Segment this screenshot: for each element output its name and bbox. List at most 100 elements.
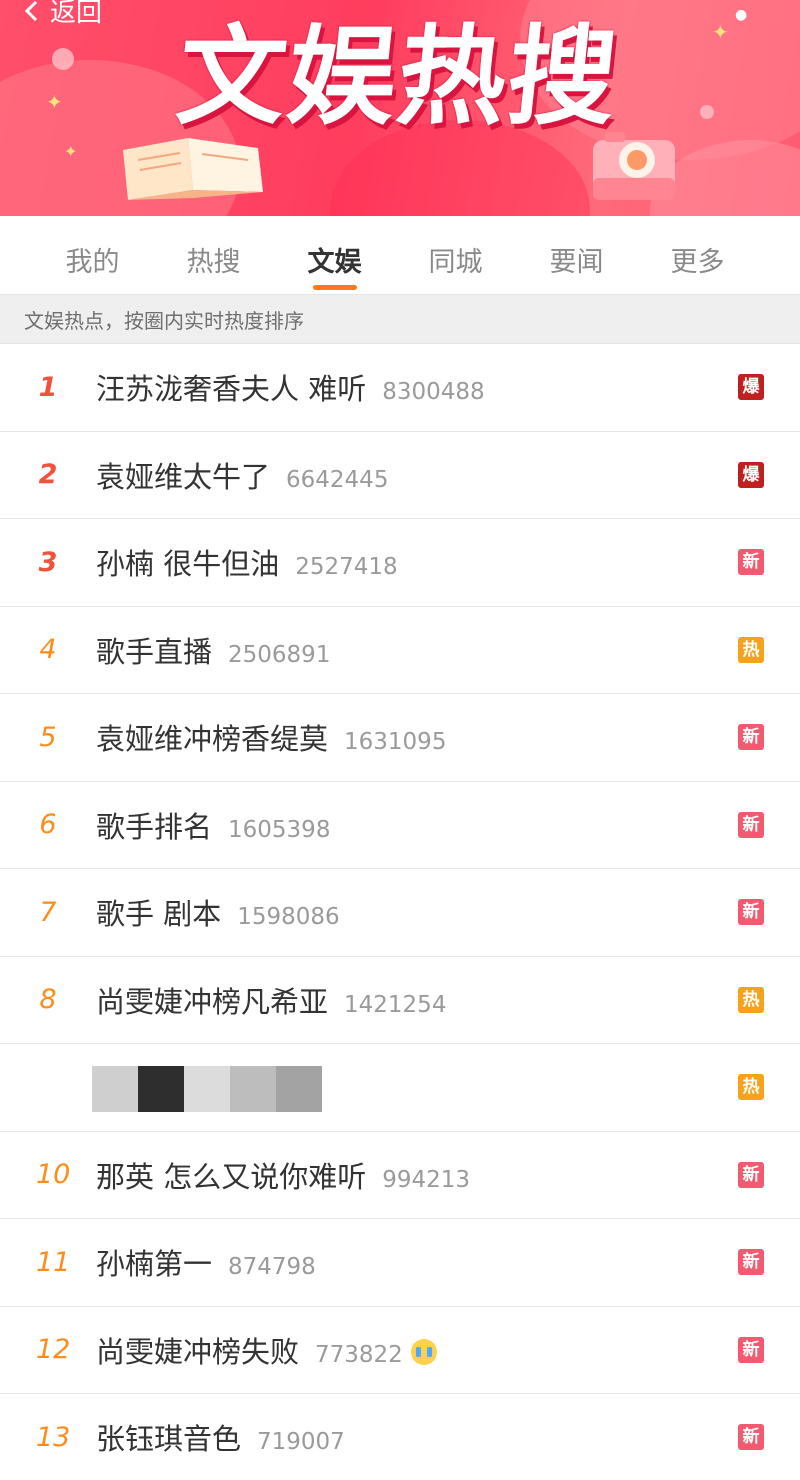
status-badge: 热 xyxy=(738,1074,764,1101)
list-item[interactable]: 2 袁娅维太牛了 6642445 爆 xyxy=(0,432,800,519)
list-item[interactable]: 3 孙楠 很牛但油 2527418 新 xyxy=(0,519,800,607)
rank-number: 5 xyxy=(39,721,57,753)
topic-text: 歌手排名 xyxy=(96,809,213,844)
banner: ✦ ✦ ✦ ● 返回 文娱热搜 xyxy=(0,0,800,216)
list-item-censored[interactable]: 热 xyxy=(0,1044,800,1132)
hot-search-list: 1 汪苏泷奢香夫人 难听 8300488 爆 2 袁娅维太牛了 6642445 爆 … xyxy=(0,344,800,1480)
tab-entertainment[interactable]: 文娱 xyxy=(274,216,395,290)
list-item[interactable]: 8 尚雯婕冲榜凡希亚 1421254 热 xyxy=(0,957,800,1044)
status-badge: 新 xyxy=(738,1161,764,1188)
heat-count: 6642445 xyxy=(286,466,389,493)
topic-title: 汪苏泷奢香夫人 难听 8300488 xyxy=(96,366,485,408)
status-badge: 爆 xyxy=(738,374,764,401)
tab-label: 文娱 xyxy=(307,247,362,278)
status-badge: 新 xyxy=(738,899,764,926)
list-description: 文娱热点，按圈内实时热度排序 xyxy=(0,294,800,344)
tab-label: 热搜 xyxy=(186,247,241,278)
heat-count: 719007 xyxy=(257,1429,345,1456)
list-item[interactable]: 10 那英 怎么又说你难听 994213 新 xyxy=(0,1132,800,1219)
list-item[interactable]: 1 汪苏泷奢香夫人 难听 8300488 爆 xyxy=(0,344,800,432)
topic-title: 孙楠第一 874798 xyxy=(96,1241,316,1283)
topic-text: 袁娅维太牛了 xyxy=(96,459,271,494)
sparkle-icon: ✦ xyxy=(46,90,63,114)
sparkle-icon: ● xyxy=(735,7,748,23)
topic-text: 汪苏泷奢香夫人 难听 xyxy=(96,372,367,407)
back-button[interactable]: 返回 xyxy=(20,0,102,29)
topic-title: 孙楠 很牛但油 2527418 xyxy=(96,541,398,583)
censored-block xyxy=(92,1066,322,1112)
topic-text: 袁娅维冲榜香缇莫 xyxy=(96,722,329,757)
mosaic-cell xyxy=(138,1066,184,1112)
back-label: 返回 xyxy=(50,0,103,28)
tab-bar: 我的 热搜 文娱 同城 要闻 更多 xyxy=(0,216,800,294)
rank-number: 3 xyxy=(38,546,58,578)
status-badge: 新 xyxy=(738,1424,764,1451)
decor-dot xyxy=(52,48,74,70)
heat-count: 994213 xyxy=(382,1166,471,1193)
rank-number: 1 xyxy=(38,371,58,403)
list-item[interactable]: 12 尚雯婕冲榜失败 773822 新 xyxy=(0,1307,800,1394)
tab-news[interactable]: 要闻 xyxy=(516,216,637,279)
topic-title: 那英 怎么又说你难听 994213 xyxy=(96,1154,470,1196)
heat-count: 2527418 xyxy=(295,554,398,581)
tab-hot[interactable]: 热搜 xyxy=(153,216,274,279)
rank-number: 6 xyxy=(39,809,57,841)
crying-emoji-icon xyxy=(410,1338,437,1365)
rank-number: 11 xyxy=(36,1246,71,1278)
topic-text: 孙楠 很牛但油 xyxy=(96,547,280,582)
mosaic-cell xyxy=(230,1066,276,1112)
status-badge: 热 xyxy=(738,636,764,663)
list-item[interactable]: 13 张钰琪音色 719007 新 xyxy=(0,1394,800,1480)
tab-label: 要闻 xyxy=(549,247,604,278)
rank-number: 13 xyxy=(36,1421,71,1453)
page-title: 文娱热搜 xyxy=(171,15,625,140)
list-item[interactable]: 7 歌手 剧本 1598086 新 xyxy=(0,869,800,957)
tab-label: 我的 xyxy=(65,247,120,278)
topic-title: 袁娅维太牛了 6642445 xyxy=(96,454,388,496)
heat-count: 874798 xyxy=(228,1254,316,1281)
list-item[interactable]: 5 袁娅维冲榜香缇莫 1631095 新 xyxy=(0,694,800,782)
tab-more[interactable]: 更多 xyxy=(637,216,758,279)
topic-text: 那英 怎么又说你难听 xyxy=(96,1159,367,1194)
list-item[interactable]: 4 歌手直播 2506891 热 xyxy=(0,607,800,694)
rank-number: 4 xyxy=(39,634,57,666)
topic-title: 歌手直播 2506891 xyxy=(96,629,330,671)
topic-text: 歌手直播 xyxy=(96,634,213,669)
mosaic-cell xyxy=(276,1066,322,1112)
heat-count: 1631095 xyxy=(344,729,447,756)
status-badge: 热 xyxy=(738,986,764,1013)
heat-count: 1421254 xyxy=(344,991,447,1018)
list-item[interactable]: 6 歌手排名 1605398 新 xyxy=(0,782,800,869)
topic-title: 袁娅维冲榜香缇莫 1631095 xyxy=(96,716,446,758)
topic-text: 尚雯婕冲榜凡希亚 xyxy=(96,984,329,1019)
rank-number: 8 xyxy=(39,984,57,1016)
topic-title: 尚雯婕冲榜失败 773822 xyxy=(96,1329,437,1371)
mosaic-cell xyxy=(92,1066,138,1112)
topic-text: 歌手 剧本 xyxy=(96,897,222,932)
heat-count: 773822 xyxy=(315,1341,403,1368)
tab-label: 更多 xyxy=(670,247,725,278)
rank-number: 10 xyxy=(36,1159,71,1191)
list-item[interactable]: 11 孙楠第一 874798 新 xyxy=(0,1219,800,1307)
status-badge: 新 xyxy=(738,549,764,576)
status-badge: 爆 xyxy=(738,461,764,488)
status-badge: 新 xyxy=(738,724,764,751)
rank-number: 7 xyxy=(39,896,57,928)
tab-mine[interactable]: 我的 xyxy=(32,216,153,279)
sparkle-icon: ✦ xyxy=(712,20,729,44)
tab-local[interactable]: 同城 xyxy=(395,216,516,279)
topic-title: 尚雯婕冲榜凡希亚 1421254 xyxy=(96,979,446,1021)
heat-count: 1605398 xyxy=(228,816,331,843)
mosaic-cell xyxy=(184,1066,230,1112)
rank-number: 12 xyxy=(36,1334,71,1366)
rank-number: 2 xyxy=(38,459,58,491)
status-badge: 新 xyxy=(738,1336,764,1363)
topic-text: 孙楠第一 xyxy=(96,1247,213,1282)
tab-label: 同城 xyxy=(428,247,483,278)
topic-title: 张钰琪音色 719007 xyxy=(96,1416,345,1458)
status-badge: 新 xyxy=(738,811,764,838)
chevron-left-icon xyxy=(24,0,38,21)
topic-title: 歌手排名 1605398 xyxy=(96,804,330,846)
heat-count: 1598086 xyxy=(237,904,340,931)
sparkle-icon: ✦ xyxy=(64,142,78,161)
